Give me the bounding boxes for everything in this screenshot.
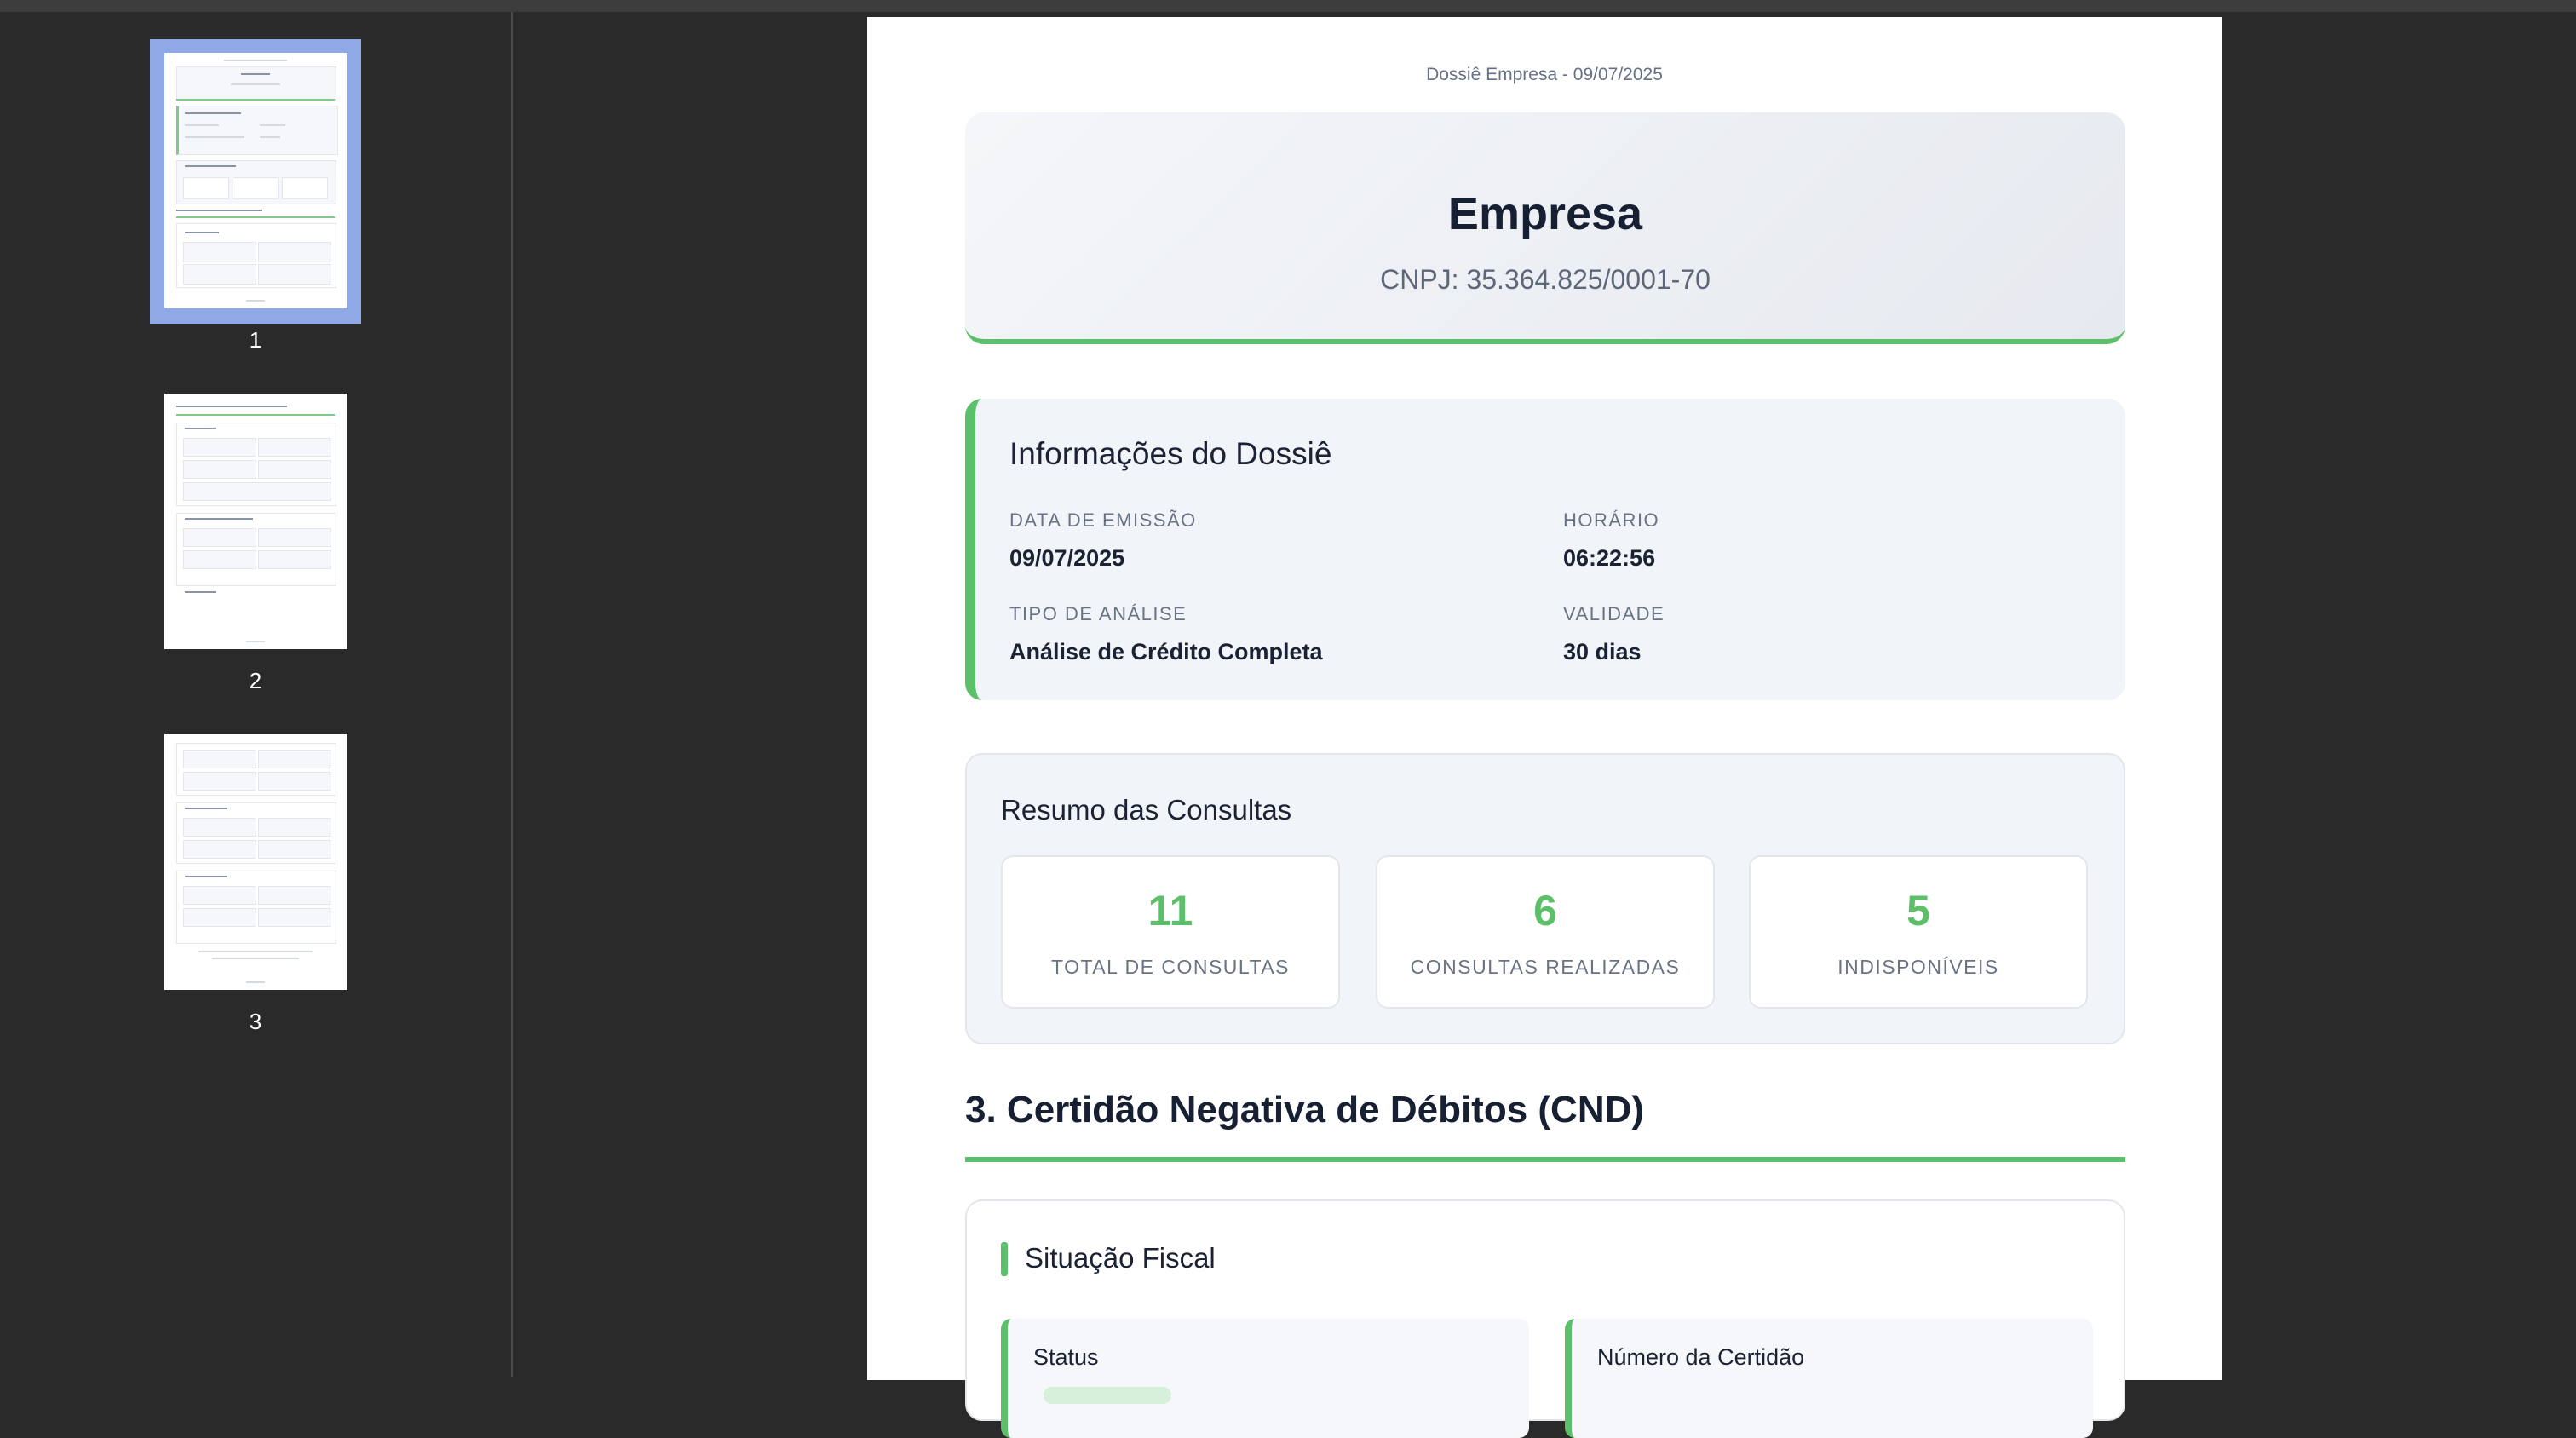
thumbnail-label-1: 1 bbox=[249, 327, 262, 353]
stat-completed-label: CONSULTAS REALIZADAS bbox=[1410, 956, 1681, 978]
issue-date-label: DATA DE EMISSÃO bbox=[1009, 509, 1197, 531]
thumbnail-label-3: 3 bbox=[249, 1009, 262, 1034]
stat-total-queries: 11 TOTAL DE CONSULTAS bbox=[1001, 855, 1340, 1009]
stat-completed-value: 6 bbox=[1533, 887, 1557, 935]
validity-value: 30 dias bbox=[1563, 639, 1642, 664]
thumbnail-page-2[interactable] bbox=[164, 394, 347, 649]
validity-label: VALIDADE bbox=[1563, 603, 1665, 624]
fiscal-accent-bar bbox=[1001, 1242, 1008, 1276]
status-field-label: Status bbox=[1033, 1344, 1099, 1370]
stat-unavailable-value: 5 bbox=[1906, 887, 1930, 935]
fiscal-status-title: Situação Fiscal bbox=[1025, 1242, 1216, 1274]
section-title-cnd: 3. Certidão Negativa de Débitos (CND) bbox=[965, 1089, 1645, 1130]
company-hero: Empresa CNPJ: 35.364.825/0001-70 bbox=[965, 112, 2125, 344]
fiscal-status-card: Situação Fiscal Status Número da Certidã… bbox=[965, 1199, 2125, 1438]
certificate-number-label: Número da Certidão bbox=[1597, 1344, 1805, 1370]
document-page: Dossiê Empresa - 09/07/2025 Empresa CNPJ… bbox=[867, 17, 2222, 1438]
certificate-number-card: Número da Certidão bbox=[1565, 1319, 2093, 1438]
company-cnpj: CNPJ: 35.364.825/0001-70 bbox=[1380, 264, 1711, 295]
viewer-top-bar bbox=[0, 0, 2576, 12]
query-summary-card: Resumo das Consultas 11 TOTAL DE CONSULT… bbox=[965, 753, 2125, 1044]
section-divider bbox=[965, 1157, 2125, 1162]
analysis-type-value: Análise de Crédito Completa bbox=[1009, 639, 1323, 664]
issue-date-value: 09/07/2025 bbox=[1009, 545, 1125, 571]
status-badge bbox=[1044, 1387, 1171, 1404]
query-summary-title: Resumo das Consultas bbox=[1001, 794, 1292, 825]
stat-total-label: TOTAL DE CONSULTAS bbox=[1050, 956, 1291, 978]
stat-completed-queries: 6 CONSULTAS REALIZADAS bbox=[1376, 855, 1715, 1009]
stat-total-value: 11 bbox=[1147, 887, 1193, 935]
sidebar-divider[interactable] bbox=[511, 12, 513, 1377]
thumbnail-page-3[interactable] bbox=[164, 734, 347, 990]
thumbnail-page-1[interactable] bbox=[164, 53, 347, 308]
page-header: Dossiê Empresa - 09/07/2025 bbox=[1426, 65, 1663, 84]
thumbnail-label-2: 2 bbox=[249, 668, 262, 693]
time-value: 06:22:56 bbox=[1563, 545, 1656, 571]
thumbnail-sidebar: 1 2 3 bbox=[0, 12, 511, 1377]
dossier-info-card: Informações do Dossiê DATA DE EMISSÃO 09… bbox=[965, 399, 2125, 700]
stat-unavailable-queries: 5 INDISPONÍVEIS bbox=[1749, 855, 2088, 1009]
stat-unavailable-label: INDISPONÍVEIS bbox=[1837, 956, 1999, 978]
company-name: Empresa bbox=[1447, 188, 1643, 239]
dossier-info-title: Informações do Dossiê bbox=[1009, 436, 1332, 471]
status-field-card: Status bbox=[1001, 1319, 1529, 1438]
time-label: HORÁRIO bbox=[1563, 509, 1660, 531]
analysis-type-label: TIPO DE ANÁLISE bbox=[1009, 603, 1187, 624]
